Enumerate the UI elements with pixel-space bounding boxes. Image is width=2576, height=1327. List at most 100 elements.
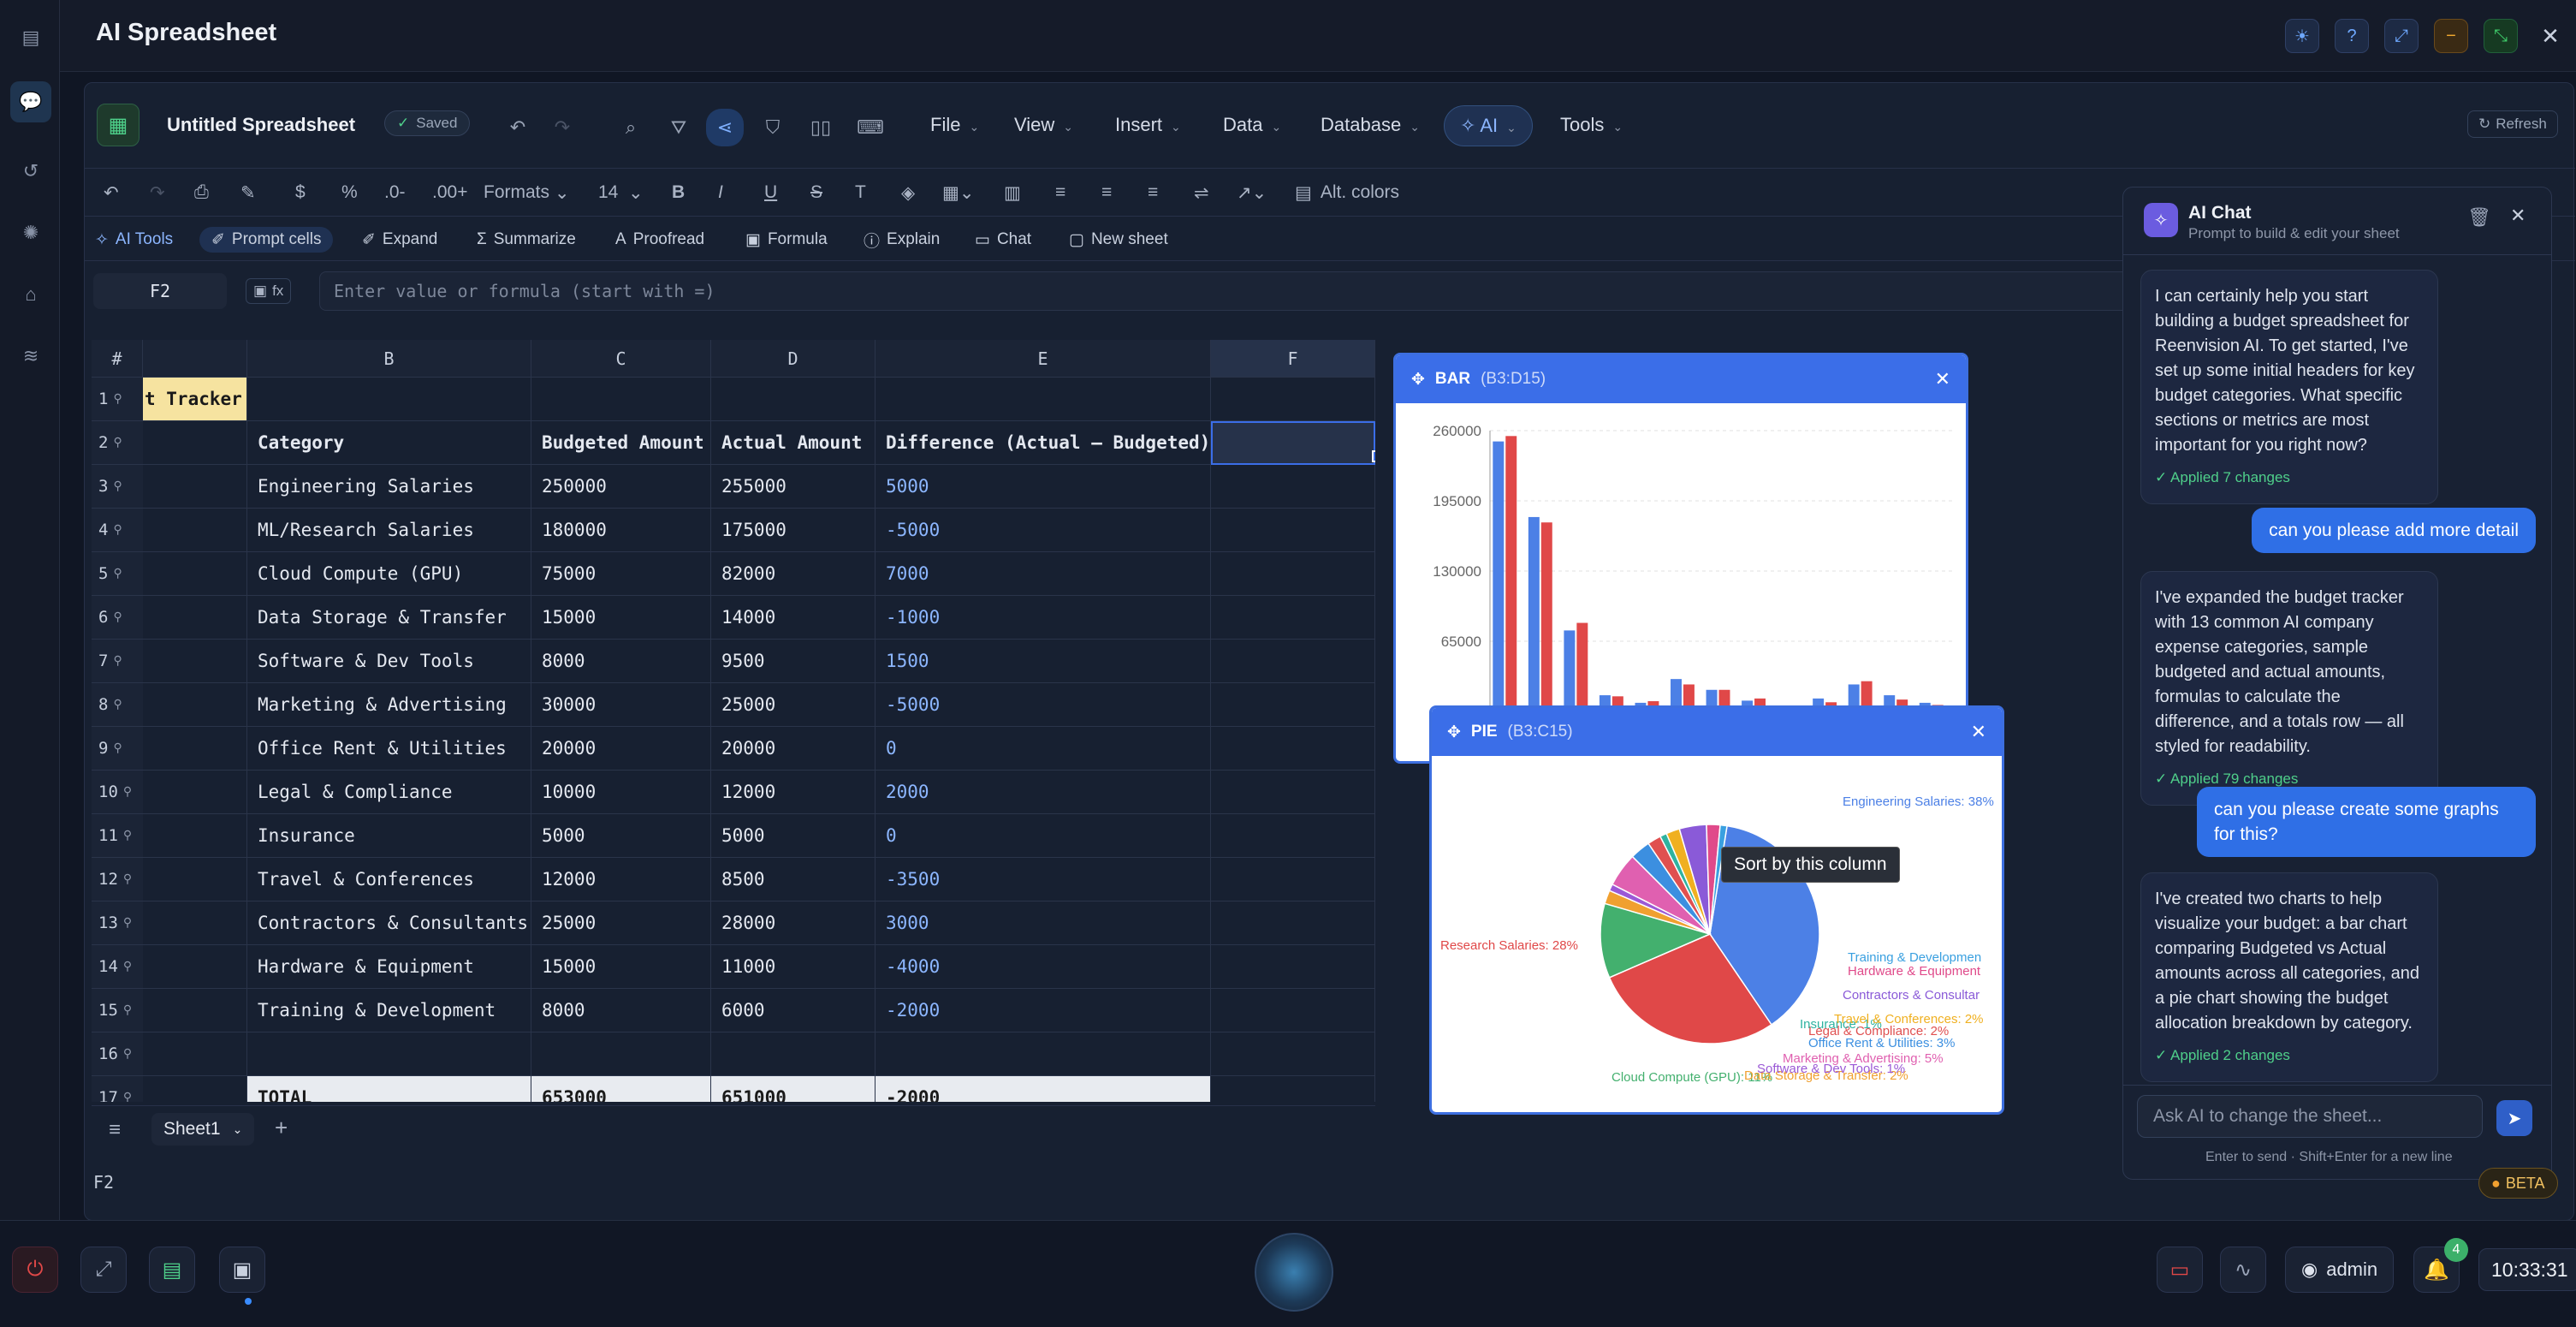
- share-icon[interactable]: ⋖: [706, 109, 744, 146]
- grid-cell[interactable]: -3500: [875, 858, 1211, 902]
- power-icon[interactable]: ⏻: [12, 1247, 58, 1293]
- grid-cell[interactable]: 15000: [531, 596, 711, 640]
- grid-cell[interactable]: [143, 509, 247, 552]
- alt-colors-button[interactable]: ▤ Alt. colors: [1295, 179, 1399, 206]
- total-cell[interactable]: TOTAL: [247, 1076, 531, 1102]
- screen-off-icon[interactable]: ▭: [2157, 1247, 2203, 1293]
- merge-icon[interactable]: ▥: [1004, 179, 1021, 206]
- text-format-icon[interactable]: T: [855, 179, 866, 206]
- pin-icon[interactable]: ⚲: [113, 436, 122, 449]
- new-sheet-button[interactable]: ▢ New sheet: [1069, 227, 1168, 253]
- explain-button[interactable]: ⓘ Explain: [864, 227, 940, 253]
- pin-icon[interactable]: ⚲: [113, 392, 122, 406]
- grid-cell[interactable]: [1211, 596, 1375, 640]
- grid-cell[interactable]: -5000: [875, 683, 1211, 727]
- grid-cell[interactable]: 2000: [875, 771, 1211, 814]
- grid-cell[interactable]: 8000: [531, 640, 711, 683]
- history-icon[interactable]: ↺: [17, 158, 45, 185]
- fullscreen-icon[interactable]: ⤢: [2384, 19, 2419, 53]
- grid-cell[interactable]: [143, 814, 247, 858]
- grid-cell[interactable]: 250000: [531, 465, 711, 509]
- activity-icon[interactable]: ∿: [2220, 1247, 2266, 1293]
- row-header[interactable]: 7 ⚲: [92, 640, 143, 683]
- robot-icon[interactable]: ⌂: [17, 281, 45, 308]
- chat-icon[interactable]: 💬: [10, 81, 51, 122]
- header-cell[interactable]: Category: [247, 421, 531, 465]
- menu-view[interactable]: View ⌄: [1014, 114, 1073, 136]
- grid-cell[interactable]: Legal & Compliance: [247, 771, 531, 814]
- row-header[interactable]: 17 ⚲: [92, 1076, 143, 1102]
- grid-cell[interactable]: 10000: [531, 771, 711, 814]
- grid-cell[interactable]: [531, 1032, 711, 1076]
- redo-small-icon[interactable]: ↷: [150, 179, 165, 206]
- grid-cell[interactable]: 3000: [875, 902, 1211, 945]
- grid-cell[interactable]: [1211, 1032, 1375, 1076]
- grid-cell[interactable]: 20000: [531, 727, 711, 771]
- row-header[interactable]: 12 ⚲: [92, 858, 143, 902]
- grid-cell[interactable]: 15000: [531, 945, 711, 989]
- database-icon[interactable]: ▤: [149, 1247, 195, 1293]
- close-icon[interactable]: ✕: [2533, 19, 2567, 53]
- row-header[interactable]: 10 ⚲: [92, 771, 143, 814]
- keyboard-icon[interactable]: ⌨: [855, 112, 886, 143]
- grid-cell[interactable]: Cloud Compute (GPU): [247, 552, 531, 596]
- grid-cell[interactable]: Software & Dev Tools: [247, 640, 531, 683]
- move-icon[interactable]: ✥: [1447, 723, 1461, 742]
- grid-cell[interactable]: Hardware & Equipment: [247, 945, 531, 989]
- column-header[interactable]: E: [875, 340, 1211, 378]
- grid-cell[interactable]: 8500: [711, 858, 875, 902]
- undo-icon[interactable]: ↶: [502, 112, 533, 143]
- restore-icon[interactable]: ⤡: [2484, 19, 2518, 53]
- proofread-button[interactable]: A Proofread: [615, 227, 704, 253]
- grid-cell[interactable]: [143, 421, 247, 465]
- layers-icon[interactable]: ≋: [17, 342, 45, 370]
- grid-cell[interactable]: 8000: [531, 989, 711, 1032]
- grid-cell[interactable]: 9500: [711, 640, 875, 683]
- shield-icon[interactable]: ⛉: [757, 112, 788, 143]
- grid-cell[interactable]: 75000: [531, 552, 711, 596]
- grid-cell[interactable]: [143, 858, 247, 902]
- pie-chart-popup[interactable]: ✥ PIE (B3:C15) ✕ Engineering Salaries: 3…: [1429, 705, 2004, 1115]
- extensions-icon[interactable]: ✺: [17, 219, 45, 247]
- print-icon[interactable]: ⎙: [194, 179, 209, 206]
- pin-icon[interactable]: ⚲: [123, 785, 132, 799]
- grid-cell[interactable]: 14000: [711, 596, 875, 640]
- sheet-tab-sheet1[interactable]: Sheet1 ⌄: [151, 1113, 255, 1146]
- grid-cell[interactable]: 255000: [711, 465, 875, 509]
- filter-icon[interactable]: ⛛: [663, 112, 694, 143]
- grid-cell[interactable]: 12000: [711, 771, 875, 814]
- grid-cell[interactable]: 25000: [711, 683, 875, 727]
- pin-icon[interactable]: ⚲: [113, 698, 122, 711]
- column-header[interactable]: B: [247, 340, 531, 378]
- strikethrough-icon[interactable]: S: [810, 179, 822, 206]
- menu-file[interactable]: File ⌄: [930, 114, 979, 136]
- grid-cell[interactable]: 82000: [711, 552, 875, 596]
- add-sheet-icon[interactable]: +: [275, 1115, 288, 1141]
- menu-data[interactable]: Data ⌄: [1223, 114, 1281, 136]
- sheets-menu-icon[interactable]: ≡: [109, 1118, 121, 1142]
- header-cell[interactable]: Actual Amount: [711, 421, 875, 465]
- grid-cell[interactable]: [1211, 378, 1375, 421]
- send-icon[interactable]: ➤: [2496, 1100, 2532, 1136]
- grid-cell[interactable]: [1211, 552, 1375, 596]
- assistant-orb-icon[interactable]: [1255, 1233, 1333, 1312]
- pin-icon[interactable]: ⚲: [123, 960, 132, 973]
- book-icon[interactable]: ▯▯: [805, 112, 836, 143]
- row-header[interactable]: 8 ⚲: [92, 683, 143, 727]
- grid-cell[interactable]: -1000: [875, 596, 1211, 640]
- grid-cell[interactable]: [875, 1032, 1211, 1076]
- total-cell[interactable]: 651000: [711, 1076, 875, 1102]
- grid-cell[interactable]: 180000: [531, 509, 711, 552]
- row-header[interactable]: 11 ⚲: [92, 814, 143, 858]
- grid-cell[interactable]: 28000: [711, 902, 875, 945]
- grid-cell[interactable]: -5000: [875, 509, 1211, 552]
- grid-cell[interactable]: Travel & Conferences: [247, 858, 531, 902]
- menu-insert[interactable]: Insert ⌄: [1115, 114, 1181, 136]
- expand-button[interactable]: ✐ Expand: [362, 227, 437, 253]
- percent-button[interactable]: %: [341, 179, 358, 206]
- undo-small-icon[interactable]: ↶: [104, 179, 119, 206]
- grid-cell[interactable]: [143, 640, 247, 683]
- header-cell[interactable]: Difference (Actual – Budgeted): [875, 421, 1211, 465]
- grid-cell[interactable]: [143, 902, 247, 945]
- wrap-icon[interactable]: ⇌: [1194, 179, 1209, 206]
